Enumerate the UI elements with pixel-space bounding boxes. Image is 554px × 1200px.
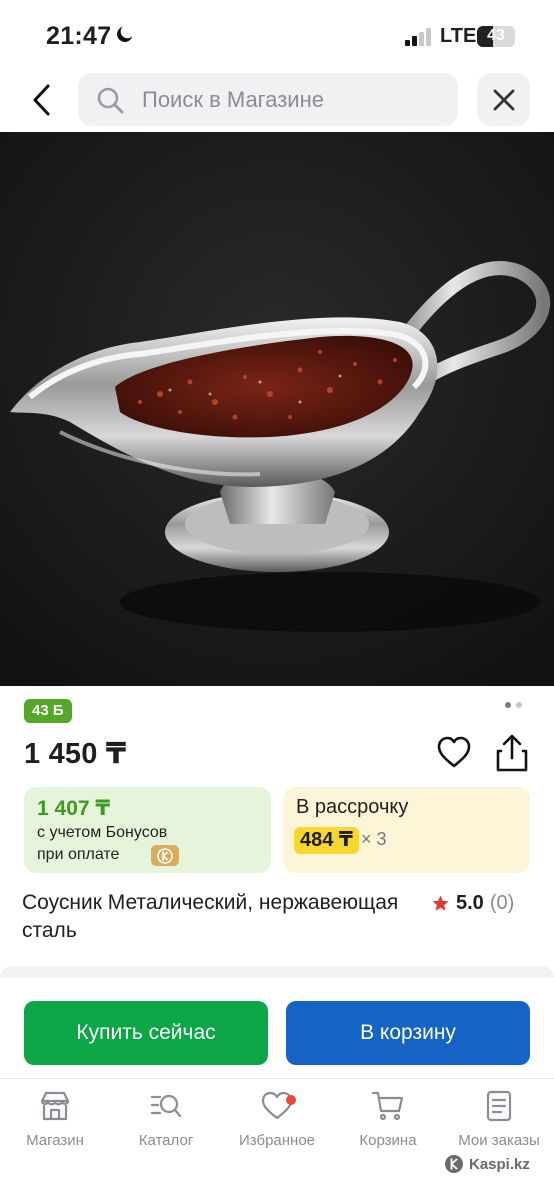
back-button[interactable]: [24, 80, 60, 120]
cart-icon: [371, 1091, 404, 1121]
search-box[interactable]: [78, 73, 458, 126]
battery-icon: 43: [477, 26, 515, 47]
image-pagination: [505, 702, 522, 708]
nav-label-store: Магазин: [26, 1132, 84, 1149]
kaspi-logo-icon: [445, 1155, 463, 1173]
section-divider: [0, 966, 554, 978]
rating-value: 5.0: [456, 891, 484, 914]
product-price: 1 450 ₸: [24, 738, 127, 770]
status-time: 21:47: [46, 22, 112, 50]
bottom-navigation: Магазин Каталог Избранное Корзина Мои за…: [0, 1078, 554, 1200]
bonus-price: 1 407 ₸: [37, 797, 110, 820]
kaspi-logo-icon: [151, 845, 179, 866]
search-icon: [97, 87, 124, 114]
nav-item-cart[interactable]: Корзина: [333, 1089, 443, 1149]
search-input[interactable]: [142, 73, 442, 126]
add-to-cart-button[interactable]: В корзину: [286, 1001, 530, 1065]
bonus-price-card[interactable]: 1 407 ₸ с учетом Бонусов при оплате: [24, 787, 271, 873]
installment-title: В рассрочку: [296, 796, 409, 818]
catalog-icon: [150, 1094, 182, 1118]
watermark-text: Kaspi.kz: [469, 1155, 530, 1173]
store-icon: [40, 1091, 70, 1121]
nav-item-orders[interactable]: Мои заказы: [444, 1089, 554, 1149]
search-header: [0, 68, 554, 132]
product-rating[interactable]: 5.0 (0): [431, 889, 514, 917]
network-type: LTE: [440, 25, 477, 47]
buy-now-button[interactable]: Купить сейчас: [24, 1001, 268, 1065]
watermark: Kaspi.kz: [444, 1153, 530, 1175]
product-title: Соусник Металический, нержавеющая сталь: [22, 891, 399, 942]
favorite-button[interactable]: [436, 735, 472, 771]
nav-item-favorites[interactable]: Избранное: [222, 1089, 332, 1149]
share-icon: [496, 734, 528, 772]
heart-icon: [437, 736, 471, 768]
installment-amount: 484 ₸: [294, 827, 359, 854]
battery-level-text: 43: [487, 27, 505, 44]
share-button[interactable]: [494, 733, 530, 773]
notification-dot: [286, 1095, 296, 1105]
orders-icon: [486, 1090, 512, 1122]
heart-icon: [261, 1091, 293, 1120]
nav-label-catalog: Каталог: [138, 1132, 194, 1149]
nav-label-cart: Корзина: [359, 1132, 417, 1149]
bonus-badge: 43 Б: [24, 699, 72, 723]
chevron-left-icon: [33, 84, 50, 116]
close-button[interactable]: [477, 73, 530, 126]
bonus-caption: с учетом Бонусов: [37, 824, 168, 841]
nav-item-store[interactable]: Магазин: [0, 1089, 110, 1149]
pagination-dot[interactable]: [516, 702, 522, 708]
product-photo: [0, 132, 554, 686]
rating-count: (0): [489, 891, 515, 914]
nav-item-catalog[interactable]: Каталог: [111, 1089, 221, 1149]
pagination-dot[interactable]: [505, 702, 511, 708]
close-icon: [493, 89, 514, 110]
product-image[interactable]: [0, 132, 554, 686]
moon-icon: [117, 26, 133, 42]
nav-label-orders: Мои заказы: [458, 1132, 540, 1149]
signal-icon: [405, 28, 431, 46]
status-bar: 21:47 LTE 43: [0, 0, 554, 68]
installment-card[interactable]: В рассрочку 484 ₸ × 3: [283, 787, 530, 873]
nav-label-favorites: Избранное: [238, 1132, 316, 1149]
installment-times: × 3: [361, 829, 387, 849]
bonus-payment-caption: при оплате: [37, 846, 120, 863]
star-icon: [432, 895, 449, 911]
